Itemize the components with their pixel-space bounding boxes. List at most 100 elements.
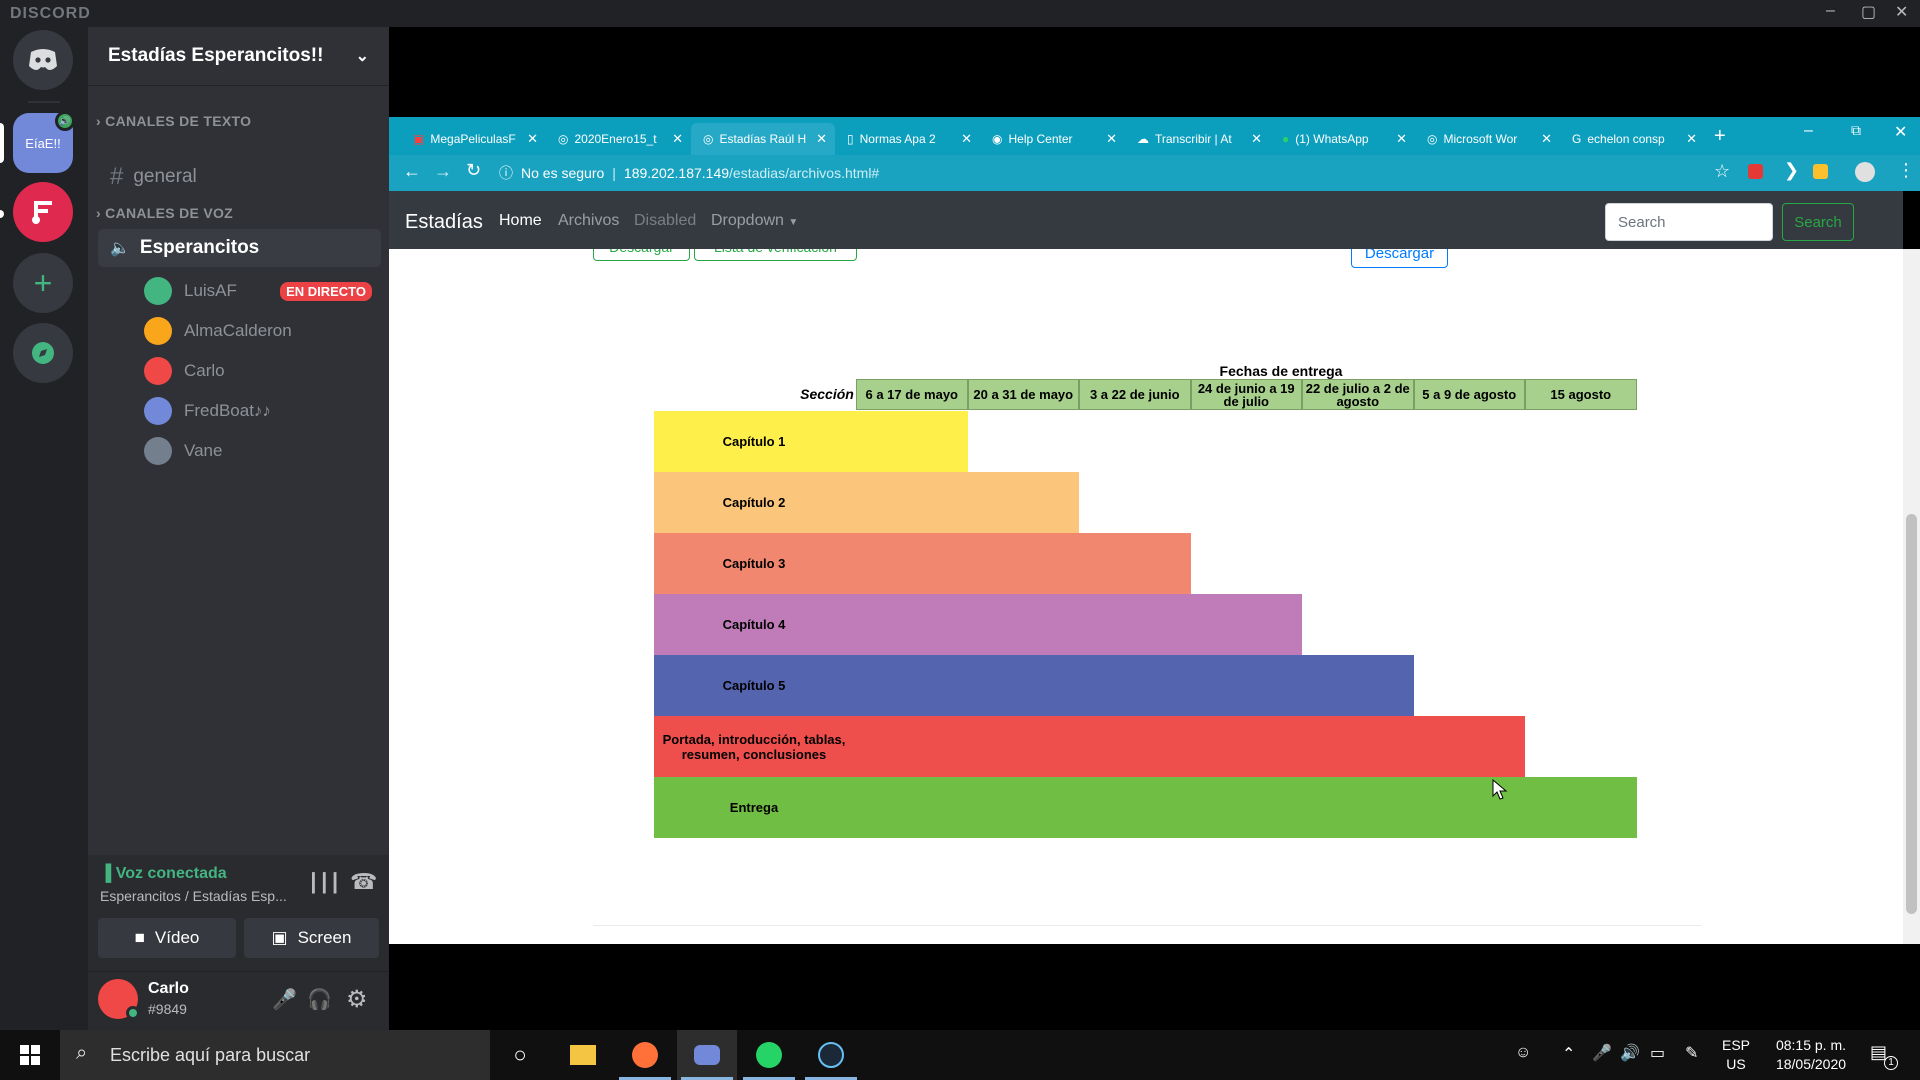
windows-start-icon[interactable] [0,1030,60,1080]
close-icon[interactable]: ✕ [672,131,683,147]
new-tab-icon[interactable]: + [1714,125,1726,148]
gantt-bar-label: Capítulo 2 [722,495,786,510]
home-discord-icon[interactable] [13,30,73,90]
chevron-up-icon[interactable]: ⌃ [1562,1044,1575,1064]
app-brand: DISCORD [10,5,91,22]
close-icon[interactable]: ✕ [816,131,827,147]
nav-dropdown-label: Dropdown [711,212,784,229]
voice-location[interactable]: Esperancitos / Estadías Esp... [100,888,287,904]
firefox-icon[interactable] [615,1030,675,1080]
text-category[interactable]: › CANALES DE TEXTO [96,113,251,129]
network-icon[interactable]: ▭ [1650,1043,1665,1063]
close-icon[interactable]: ✕ [1541,131,1552,147]
discord-taskbar-icon[interactable] [677,1030,737,1080]
tab-title: Help Center [1008,132,1073,146]
star-icon[interactable]: ☆ [1714,161,1730,182]
microphone-icon[interactable]: 🎤 [272,987,297,1012]
divider [593,925,1701,926]
whatsapp-icon: ● [1282,132,1290,146]
nav-dropdown[interactable]: Dropdown ▼ [711,212,798,230]
cortana-icon[interactable]: ○ [490,1030,550,1080]
minimize-icon[interactable]: – [1826,2,1835,20]
voice-user[interactable]: FredBoat♪♪ [144,393,384,429]
extension-icon[interactable] [1748,164,1763,179]
period-header: 15 agosto [1525,379,1637,410]
volume-icon[interactable]: 🔊 [1620,1043,1640,1063]
steam-icon[interactable] [801,1030,861,1080]
whatsapp-taskbar-icon[interactable] [739,1030,799,1080]
forward-icon[interactable]: → [434,161,452,182]
back-icon[interactable]: ← [403,161,421,182]
close-icon[interactable]: ✕ [1894,122,1907,142]
video-button[interactable]: ■ Vídeo [98,918,236,958]
gear-icon[interactable]: ⚙ [346,985,368,1014]
url-bar[interactable]: ⓘ No es seguro | 189.202.187.149 /estadi… [499,159,1709,187]
notification-count-badge: 1 [1884,1056,1898,1070]
file-explorer-icon[interactable] [553,1030,613,1080]
microphone-icon[interactable]: 🎤 [1592,1043,1612,1063]
close-icon[interactable]: ✕ [1686,131,1697,147]
guild-red-f[interactable] [13,182,73,242]
reload-icon[interactable]: ↻ [466,160,481,181]
voice-user[interactable]: Carlo [144,353,384,389]
browser-tab[interactable]: ◉ Help Center ✕ [980,123,1125,155]
search-input[interactable]: Search [1605,203,1773,241]
close-icon[interactable]: ✕ [1251,131,1262,147]
extension-icon[interactable] [1813,164,1828,179]
voice-channel-esperancitos[interactable]: 🔈 Esperancitos [98,229,381,267]
browser-tab[interactable]: ▣ MegaPeliculasF ✕ [401,123,546,155]
checklist-button[interactable]: Lista de verificación [694,249,857,261]
nav-archivos[interactable]: Archivos [558,212,619,230]
browser-tab[interactable]: ◎ Microsoft Wor ✕ [1415,123,1560,155]
site-brand[interactable]: Estadías [405,211,483,234]
page-scrollbar[interactable] [1903,249,1920,944]
download-button[interactable]: Descargar [593,249,690,261]
voice-category[interactable]: › CANALES DE VOZ [96,205,233,221]
browser-tab-active[interactable]: ◎ Estadías Raúl H ✕ [691,123,835,155]
clock[interactable]: 08:15 p. m. 18/05/2020 [1766,1036,1856,1074]
voice-status[interactable]: ▐ Voz conectada [100,865,227,883]
browser-tab[interactable]: ☁ Transcribir | At ✕ [1125,123,1270,155]
taskbar-search-input[interactable]: ⌕ Escribe aquí para buscar [60,1030,490,1080]
browser-tab[interactable]: Gechelon consp ✕ [1560,123,1705,155]
input-language[interactable]: ESP US [1722,1036,1750,1074]
browser-tab[interactable]: ◎ 2020Enero15_t ✕ [546,123,691,155]
restore-icon[interactable]: ⧉ [1851,122,1861,139]
close-icon[interactable]: ✕ [1106,131,1117,147]
voice-user[interactable]: AlmaCalderon [144,313,384,349]
channel-general[interactable]: # general [98,158,381,196]
noise-suppression-icon[interactable]: ┃┃┃ [308,873,341,894]
nav-home[interactable]: Home [499,212,542,230]
search-button[interactable]: Search [1782,203,1854,241]
menu-kebab-icon[interactable]: ⋮ [1897,160,1915,181]
screen-button[interactable]: ▣ Screen [244,918,379,958]
profile-avatar-icon[interactable] [1855,162,1875,182]
close-icon[interactable]: ✕ [1895,2,1908,22]
guild-estadias[interactable]: EíaE!! 🔊 [13,111,75,173]
browser-tab[interactable]: ▯ Normas Apa 2 ✕ [835,123,980,155]
server-header[interactable]: Estadías Esperancitos!! ⌄ [88,27,389,86]
gantt-bar-label: Capítulo 1 [722,434,786,449]
voice-user[interactable]: Vane [144,433,384,469]
voice-user[interactable]: LuisAF EN DIRECTO [144,273,384,309]
tab-favicon-icon: ▣ [413,132,425,146]
add-server-icon[interactable]: + [13,253,73,313]
headphones-icon[interactable]: 🎧 [307,987,332,1012]
clock-date: 18/05/2020 [1775,1056,1847,1072]
close-icon[interactable]: ✕ [1396,131,1407,147]
explore-compass-icon[interactable] [13,323,73,383]
unread-pill [0,210,4,218]
close-icon[interactable]: ✕ [961,131,972,147]
disconnect-icon[interactable]: ☎ [350,869,377,895]
maximize-icon[interactable]: ▢ [1861,2,1876,22]
avatar [144,317,172,345]
tab-title: 2020Enero15_t [574,132,657,146]
pen-icon[interactable]: ✎ [1685,1043,1698,1063]
close-icon[interactable]: ✕ [527,131,538,147]
download-button[interactable]: Descargar [1351,249,1448,268]
people-icon[interactable]: ☺ [1515,1044,1531,1062]
browser-tab[interactable]: ● (1) WhatsApp ✕ [1270,123,1415,155]
extension-arrow-icon[interactable]: ❯ [1784,160,1799,181]
minimize-icon[interactable]: – [1804,122,1813,140]
scrollbar-thumb[interactable] [1906,514,1917,914]
